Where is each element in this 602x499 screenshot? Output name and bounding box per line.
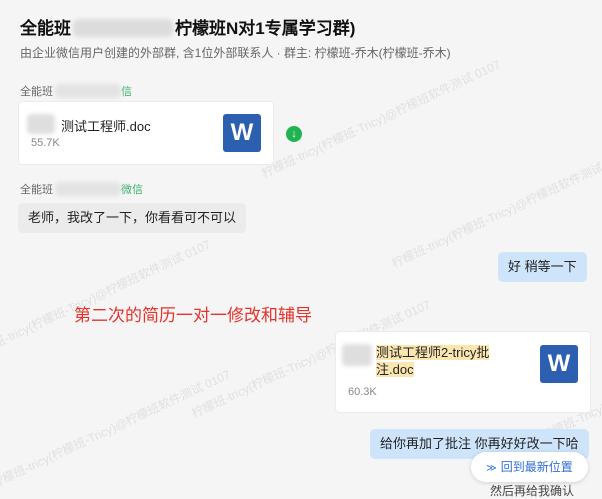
redacted-name: [73, 19, 173, 37]
file-name: 测试工程师.doc: [61, 119, 151, 134]
file-thumbnail: [342, 344, 372, 366]
file-size: 60.3K: [348, 386, 377, 398]
download-icon[interactable]: ↓: [286, 126, 302, 142]
word-icon: W: [223, 114, 261, 152]
chevron-down-icon: ≫: [486, 463, 497, 474]
file-name-line2: 注.doc: [376, 362, 414, 377]
file-card[interactable]: 测试工程师2-tricy批 注.doc 60.3K W: [335, 331, 591, 413]
group-title-start: 全能班: [20, 19, 71, 38]
redacted-sender: [55, 182, 121, 196]
incoming-message[interactable]: 老师，我改了一下，你看看可不可以: [18, 203, 247, 233]
sender-name[interactable]: 全能班 微信: [20, 181, 143, 197]
file-card[interactable]: 测试工程师.doc 55.7K W: [18, 101, 274, 165]
annotation-text: 第二次的简历一对一修改和辅导: [74, 306, 312, 325]
sender-name-text: 全能班: [20, 184, 53, 196]
redacted-sender: [55, 84, 121, 98]
file-thumbnail: [27, 114, 55, 134]
jump-label: 回到最新位置: [500, 460, 573, 474]
sender-name-text: 全能班: [20, 86, 53, 98]
group-subtitle: 由企业微信用户创建的外部群, 含1位外部联系人 · 群主: 柠檬班-乔木(柠檬班…: [20, 46, 451, 60]
group-title: 全能班 柠檬班N对1专属学习群): [20, 14, 355, 39]
file-name-line1: 测试工程师2-tricy批: [376, 345, 490, 360]
word-icon: W: [540, 345, 578, 383]
wechat-tag: 信: [121, 86, 132, 98]
sender-name[interactable]: 全能班 信: [20, 83, 132, 99]
file-size: 55.7K: [31, 137, 60, 149]
watermark: 柠檬班-tricy(柠檬班-Tricy)@柠檬班软件测试 0107: [0, 367, 233, 491]
partial-message: 然后再给我确认: [490, 484, 575, 498]
file-name: 测试工程师2-tricy批 注.doc: [376, 344, 490, 378]
wechat-tag: 微信: [121, 184, 143, 196]
outgoing-message[interactable]: 好 稍等一下: [498, 252, 587, 282]
watermark: 柠檬班-tricy(柠檬班-Tricy)@柠檬班软件测试 0107: [0, 237, 213, 361]
jump-to-latest-button[interactable]: ≫ 回到最新位置: [471, 452, 588, 482]
chat-header: 全能班 柠檬班N对1专属学习群) 由企业微信用户创建的外部群, 含1位外部联系人 …: [0, 0, 602, 70]
watermark: 柠檬班-tricy(柠檬班-Tricy)@柠檬班软件测试 0107: [259, 57, 503, 181]
group-title-end: 柠檬班N对1专属学习群): [175, 19, 356, 38]
